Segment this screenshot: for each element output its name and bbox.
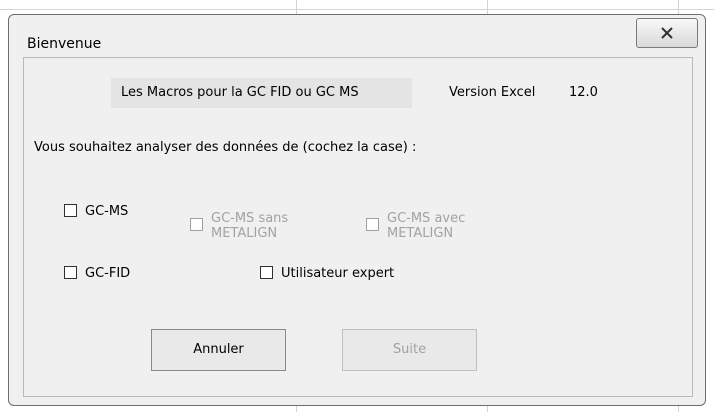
gc-ms-avec-metalign-checkbox	[366, 218, 379, 231]
gc-ms-avec-metalign-option: GC-MS avec METALIGN	[366, 211, 465, 241]
gc-ms-label: GC-MS	[85, 204, 129, 219]
gc-ms-sans-metalign-option: GC-MS sans METALIGN	[190, 211, 288, 241]
expert-user-checkbox[interactable]	[260, 266, 273, 279]
version-value: 12.0	[569, 85, 598, 100]
gc-ms-avec-metalign-label: GC-MS avec METALIGN	[387, 211, 466, 241]
dialog-titlebar[interactable]: Bienvenue	[9, 15, 705, 59]
gc-ms-sans-metalign-checkbox	[190, 218, 203, 231]
analysis-prompt-label: Vous souhaitez analyser des données de (…	[34, 140, 417, 155]
welcome-dialog: Bienvenue Les Macros pour la GC FID ou G…	[8, 14, 706, 406]
close-x-icon	[661, 27, 673, 39]
next-button: Suite	[342, 329, 477, 371]
gc-ms-checkbox[interactable]	[64, 204, 77, 217]
expert-user-option[interactable]: Utilisateur expert	[260, 266, 394, 281]
macros-title-label: Les Macros pour la GC FID ou GC MS	[111, 78, 412, 108]
gc-ms-sans-metalign-label: GC-MS sans METALIGN	[211, 211, 289, 241]
dialog-client-area: Les Macros pour la GC FID ou GC MS Versi…	[23, 57, 693, 397]
cancel-button[interactable]: Annuler	[151, 329, 286, 371]
gc-fid-checkbox[interactable]	[64, 266, 77, 279]
gc-ms-option[interactable]: GC-MS	[64, 204, 128, 219]
dialog-title: Bienvenue	[27, 36, 102, 52]
gc-fid-label: GC-FID	[85, 266, 131, 281]
version-label: Version Excel	[449, 85, 536, 100]
close-button[interactable]	[636, 18, 698, 48]
expert-user-label: Utilisateur expert	[281, 266, 395, 281]
gc-fid-option[interactable]: GC-FID	[64, 266, 130, 281]
